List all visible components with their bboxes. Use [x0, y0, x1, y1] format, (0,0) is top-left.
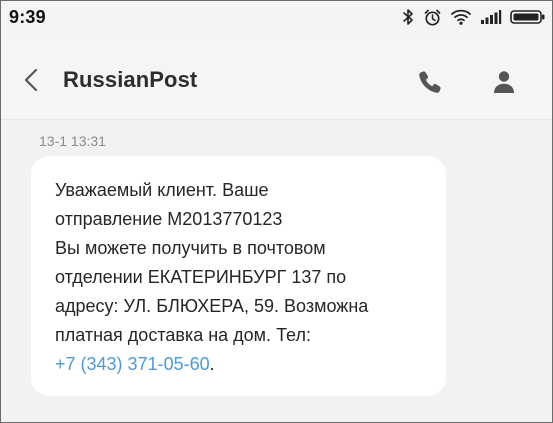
message-text: Уважаемый клиент. Ваше отправление M2013…: [55, 176, 428, 379]
message-line: отправление M2013770123: [55, 209, 283, 229]
message-line: адресу: УЛ. БЛЮХЕРА, 59. Возможна: [55, 296, 369, 316]
wifi-icon: [450, 8, 472, 26]
back-arrow-icon: [18, 68, 46, 98]
message-line: Уважаемый клиент. Ваше: [55, 180, 269, 200]
sms-conversation-screen: 9:39 RussianPost 13-1 13:31 Уважаемый кл…: [0, 0, 553, 423]
call-button[interactable]: [417, 69, 443, 95]
message-line: Вы можете получить в почтовом: [55, 238, 326, 258]
incoming-message-bubble[interactable]: Уважаемый клиент. Ваше отправление M2013…: [31, 156, 446, 396]
alarm-icon: [423, 8, 442, 27]
back-button[interactable]: [18, 66, 46, 94]
message-period: .: [209, 354, 215, 374]
message-line: отделении ЕКАТЕРИНБУРГ 137 по: [55, 267, 347, 287]
signal-icon: [480, 9, 502, 25]
contact-name: RussianPost: [63, 67, 198, 92]
conversation-header: RussianPost: [1, 33, 552, 120]
status-icons: [401, 6, 546, 28]
contact-details-button[interactable]: [491, 69, 517, 95]
person-icon: [491, 71, 517, 99]
phone-number-link[interactable]: +7 (343) 371-05-60: [55, 354, 210, 374]
message-line: платная доставка на дом. Тел:: [55, 325, 311, 345]
bluetooth-icon: [401, 8, 415, 26]
battery-icon: [510, 9, 546, 25]
status-time: 9:39: [9, 7, 46, 27]
message-timestamp: 13-1 13:31: [39, 133, 106, 149]
phone-icon: [417, 71, 443, 99]
message-last-line: +7 (343) 371-05-60.: [55, 350, 428, 379]
message-list[interactable]: 13-1 13:31 Уважаемый клиент. Ваше отправ…: [1, 120, 552, 422]
status-bar: 9:39: [1, 1, 552, 33]
